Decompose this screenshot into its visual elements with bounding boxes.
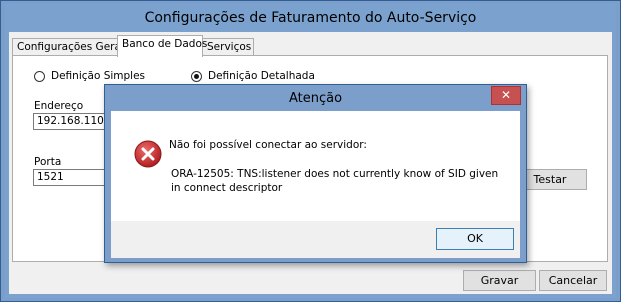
ok-button[interactable]: OK bbox=[436, 228, 514, 250]
error-message-detail: ORA-12505: TNS:listener does not current… bbox=[171, 168, 499, 194]
close-button[interactable]: ✕ bbox=[491, 86, 521, 105]
dialog-footer: OK bbox=[111, 221, 520, 258]
radio-definicao-simples[interactable]: Definição Simples bbox=[34, 70, 145, 82]
tab-configuracoes-gerais[interactable]: Configurações Gerais bbox=[12, 38, 129, 56]
error-message-title: Não foi possível conectar ao servidor: bbox=[169, 139, 367, 151]
radio-definicao-detalhada[interactable]: Definição Detalhada bbox=[191, 70, 315, 82]
window-title: Configurações de Faturamento do Auto-Ser… bbox=[144, 10, 477, 26]
cancel-button[interactable]: Cancelar bbox=[539, 270, 607, 291]
port-label: Porta bbox=[34, 156, 62, 168]
tab-banco-de-dados[interactable]: Banco de Dados bbox=[117, 35, 207, 57]
alert-dialog: Atenção ✕ Não foi possível conectar ao s… bbox=[104, 84, 527, 263]
dialog-title: Atenção bbox=[288, 91, 343, 106]
error-icon bbox=[134, 140, 162, 168]
radio-label: Definição Simples bbox=[51, 70, 146, 82]
save-button[interactable]: Gravar bbox=[463, 270, 536, 291]
close-icon: ✕ bbox=[500, 88, 512, 102]
radio-checked-icon bbox=[191, 70, 202, 82]
radio-unchecked-icon bbox=[34, 70, 45, 82]
radio-label: Definição Detalhada bbox=[208, 70, 315, 82]
address-label: Endereço bbox=[34, 100, 84, 112]
dialog-body: Não foi possível conectar ao servidor: O… bbox=[111, 111, 520, 221]
tab-servicos[interactable]: Serviços bbox=[202, 38, 254, 56]
